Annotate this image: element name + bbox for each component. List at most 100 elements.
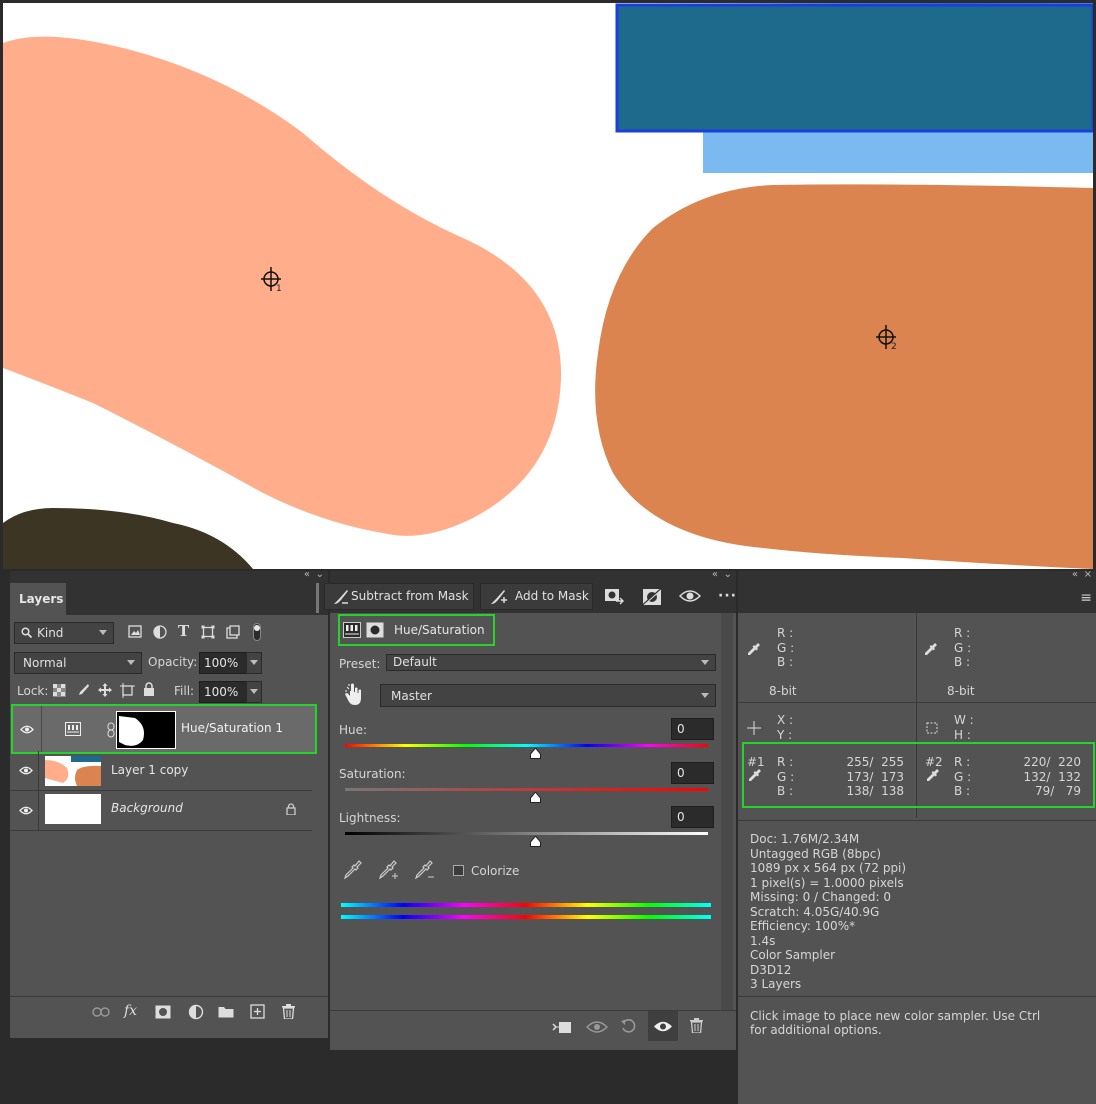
sampler-2-r: 220/ 220	[1023, 755, 1081, 769]
trash-icon[interactable]	[282, 1004, 295, 1019]
new-layer-icon[interactable]	[250, 1004, 265, 1019]
clip-to-layer-icon[interactable]	[552, 1020, 572, 1034]
eye-icon[interactable]	[19, 806, 33, 815]
toggle-visibility-button[interactable]	[648, 1011, 678, 1041]
disable-mask-icon[interactable]	[642, 588, 662, 606]
saturation-slider-thumb[interactable]	[530, 791, 541, 803]
info-panel: ≡ R : G : B : 8-bit R : G : B : 8-bit X …	[738, 583, 1096, 1104]
lightness-input[interactable]: 0	[671, 806, 714, 828]
hue-input[interactable]: 0	[671, 718, 714, 740]
layer-mask-thumbnail[interactable]	[116, 711, 176, 749]
properties-bottom-toolbar	[330, 1011, 736, 1043]
sampler-2-b: 79/ 79	[1034, 784, 1081, 798]
adjustment-layer-filter-icon[interactable]	[153, 625, 167, 639]
sampler-2-g: 132/ 132	[1023, 770, 1081, 784]
type-layer-filter-icon[interactable]: T	[178, 622, 189, 640]
colorize-checkbox[interactable]	[453, 865, 464, 876]
layer-name: Background	[111, 801, 183, 815]
layer-row-background[interactable]: Background	[10, 791, 312, 831]
document-canvas[interactable]: 1 2	[3, 3, 1093, 569]
subtract-from-sample-eyedropper-icon[interactable]	[415, 860, 435, 880]
eye-icon[interactable]	[19, 766, 33, 775]
add-to-sample-eyedropper-icon[interactable]	[379, 860, 399, 880]
eyedropper-icon[interactable]	[924, 642, 938, 656]
preset-value: Default	[393, 655, 437, 669]
reset-icon[interactable]	[621, 1019, 637, 1035]
eyedropper-icon[interactable]	[344, 860, 362, 880]
fill-value: 100%	[204, 685, 239, 699]
scrollbar[interactable]	[721, 613, 733, 1010]
load-selection-icon[interactable]	[604, 588, 624, 608]
lightness-slider-thumb[interactable]	[530, 835, 541, 847]
preset-dropdown[interactable]: Default	[386, 654, 716, 671]
new-adjustment-layer-icon[interactable]	[188, 1004, 204, 1020]
targeted-adjustment-hand-icon[interactable]	[344, 683, 364, 707]
fx-icon[interactable]: fx	[124, 1003, 137, 1019]
filter-toggle-icon[interactable]	[253, 623, 261, 641]
subtract-from-mask-button[interactable]: Subtract from Mask	[324, 583, 474, 610]
lock-transparent-pixels-icon[interactable]	[53, 684, 66, 697]
tab-layers[interactable]: Layers	[10, 583, 66, 615]
add-mask-icon[interactable]	[155, 1005, 171, 1019]
pixel-layer-filter-icon[interactable]	[128, 625, 142, 638]
saturation-slider-track[interactable]	[345, 788, 708, 791]
saturation-input[interactable]: 0	[671, 762, 714, 784]
lock-image-pixels-icon[interactable]	[76, 683, 90, 697]
b-label: B :	[954, 784, 971, 798]
blue-band	[703, 128, 1093, 173]
divider	[738, 996, 1096, 997]
r-label: R :	[777, 755, 794, 769]
hue-slider-thumb[interactable]	[530, 747, 541, 759]
panel-menu-caret-icon[interactable]: ⌄	[724, 569, 732, 580]
filter-kind-dropdown[interactable]: Kind	[14, 622, 114, 644]
hue-value: 0	[677, 722, 685, 736]
bit-depth-right: 8-bit	[947, 684, 975, 698]
collapse-icon[interactable]: «	[1072, 569, 1078, 580]
menu-icon[interactable]: ≡	[1080, 590, 1092, 606]
lightness-slider-track[interactable]	[345, 832, 708, 835]
lock-all-icon[interactable]	[143, 682, 155, 696]
filter-kind-value: Kind	[37, 626, 64, 640]
smart-objects-status: Missing: 0 / Changed: 0	[750, 890, 891, 904]
collapse-icon[interactable]: «	[304, 569, 310, 580]
view-previous-state-icon[interactable]	[586, 1020, 608, 1034]
lightness-value: 0	[677, 810, 685, 824]
link-layers-icon[interactable]	[92, 1007, 110, 1017]
efficiency: Efficiency: 100%*	[750, 919, 856, 933]
blend-mode-dropdown[interactable]: Normal	[14, 652, 142, 674]
opacity-dropdown-button[interactable]	[246, 652, 262, 674]
sampler-1-g: 173/ 173	[846, 770, 904, 784]
shape-layer-filter-icon[interactable]	[201, 625, 215, 639]
smart-object-filter-icon[interactable]	[226, 625, 240, 639]
layer-row-layer-1-copy[interactable]: Layer 1 copy	[10, 751, 312, 791]
properties-panel: Subtract from Mask Add to Mask ··· Hue/S…	[316, 583, 737, 1050]
divider	[41, 706, 42, 752]
trash-icon[interactable]	[690, 1018, 703, 1033]
new-group-icon[interactable]	[218, 1005, 234, 1018]
visibility-eye-icon[interactable]	[679, 589, 701, 603]
lock-position-icon[interactable]	[98, 683, 112, 697]
link-icon[interactable]	[107, 722, 115, 738]
hue-saturation-adjustment-icon[interactable]	[343, 622, 361, 638]
mask-properties-icon[interactable]	[366, 622, 384, 638]
more-options-icon[interactable]: ···	[718, 588, 737, 604]
add-to-mask-button[interactable]: Add to Mask	[480, 583, 593, 610]
panel-menu-caret-icon[interactable]: ⌄	[316, 569, 324, 580]
close-icon[interactable]: ×	[1084, 569, 1092, 580]
lock-artboard-icon[interactable]	[120, 683, 135, 698]
g-label: G :	[954, 770, 972, 784]
blue-rectangle	[615, 3, 1093, 133]
sampler-1-r: 255/ 255	[846, 755, 904, 769]
eyedropper-icon[interactable]	[747, 642, 761, 656]
layer-row-hue-saturation[interactable]: Hue/Saturation 1	[11, 704, 317, 754]
eye-icon[interactable]	[20, 725, 34, 734]
input-color-bar	[341, 903, 711, 907]
fill-dropdown-button[interactable]	[246, 681, 262, 703]
channel-dropdown[interactable]: Master	[380, 684, 716, 707]
w-label: W :	[954, 713, 974, 727]
doc-size: Doc: 1.76M/2.34M	[750, 832, 860, 846]
collapse-icon[interactable]: «	[712, 569, 718, 580]
hue-slider-track[interactable]	[345, 744, 708, 747]
b-label: B :	[777, 655, 794, 669]
search-icon	[21, 627, 32, 638]
